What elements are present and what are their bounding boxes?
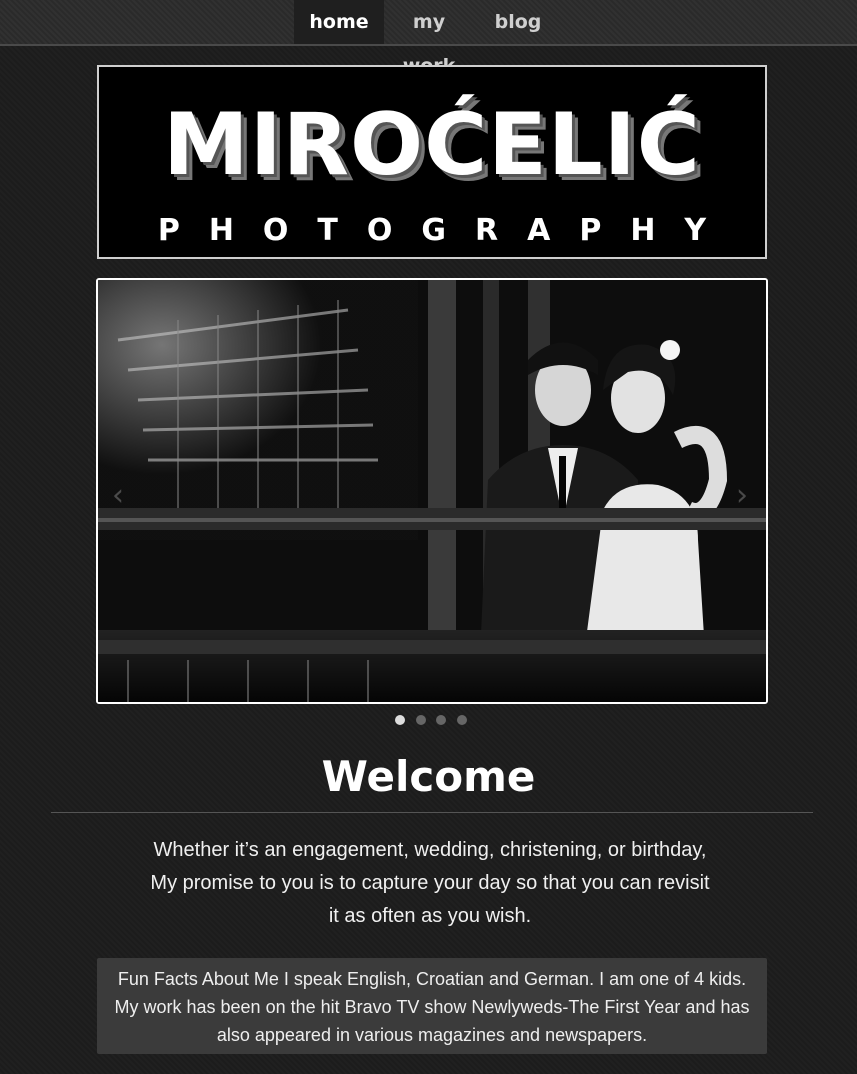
welcome-heading: Welcome xyxy=(321,752,536,801)
facts-line: Fun Facts About Me I speak English, Croa… xyxy=(117,969,747,989)
facts-line: My work has been on the hit Bravo TV sho… xyxy=(114,997,750,1017)
fun-facts-text: Fun Facts About Me I speak English, Croa… xyxy=(107,965,757,1049)
fun-facts-box: Fun Facts About Me I speak English, Croa… xyxy=(97,958,767,1054)
slider-dot-4[interactable] xyxy=(457,715,467,725)
slider-dot-2[interactable] xyxy=(416,715,426,725)
chevron-right-icon[interactable]: › xyxy=(736,478,748,513)
intro-line: My promise to you is to capture your day… xyxy=(150,872,710,894)
slider-dot-3[interactable] xyxy=(436,715,446,725)
top-navigation: home my work blog xyxy=(0,0,857,77)
section-divider xyxy=(51,812,813,813)
logo-subtitle: PHOTOGRAPHY xyxy=(157,213,736,248)
chevron-left-icon[interactable]: ‹ xyxy=(112,478,124,513)
logo-title: MIROĆELIĆ xyxy=(163,95,701,195)
intro-line: it as often as you wish. xyxy=(328,905,532,927)
slider-dot-1[interactable] xyxy=(395,715,405,725)
intro-line: Whether it’s an engagement, wedding, chr… xyxy=(153,839,707,861)
slide-photo xyxy=(98,280,766,702)
photo-slider[interactable] xyxy=(96,278,768,704)
nav-home[interactable]: home xyxy=(294,0,384,44)
intro-text: Whether it’s an engagement, wedding, chr… xyxy=(97,834,763,933)
nav-blog[interactable]: blog xyxy=(488,0,548,44)
site-logo[interactable]: MIROĆELIĆ PHOTOGRAPHY xyxy=(97,65,767,259)
nav-my-work[interactable]: my work xyxy=(386,0,472,77)
facts-line: also appeared in various magazines and n… xyxy=(216,1025,648,1045)
